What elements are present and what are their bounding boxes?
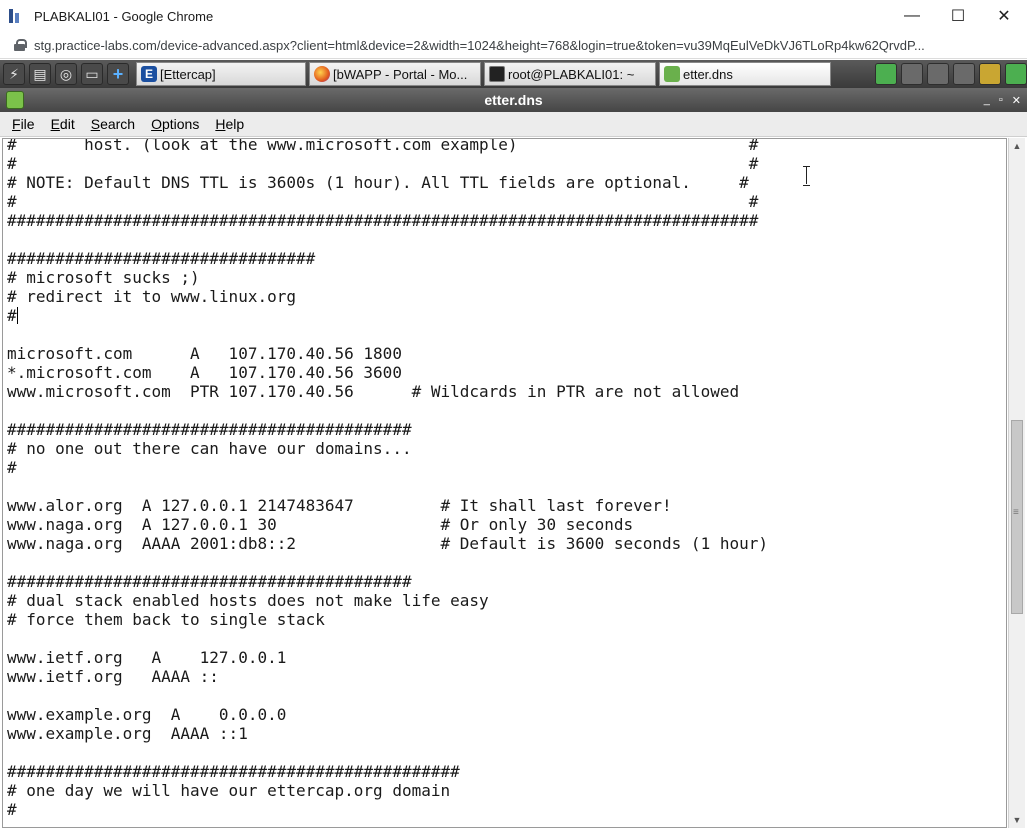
text-line[interactable]: www.alor.org A 127.0.0.1 2147483647 # It… — [7, 496, 672, 515]
add-launcher-icon[interactable]: + — [107, 63, 129, 85]
task-label: [bWAPP - Portal - Mo... — [333, 66, 468, 82]
scroll-up-arrow-icon[interactable]: ▲ — [1009, 138, 1025, 154]
search-icon[interactable] — [927, 63, 949, 85]
browser-window-controls: — ☐ ✕ — [889, 0, 1027, 32]
text-line[interactable]: www.example.org A 0.0.0.0 — [7, 705, 286, 724]
editor-minimize-button[interactable]: _ — [984, 94, 990, 106]
logout-icon[interactable] — [1005, 63, 1027, 85]
kali-menu-icon[interactable]: ⚡ — [3, 63, 25, 85]
text-line[interactable]: ########################################… — [7, 572, 412, 591]
text-line[interactable]: # force them back to single stack — [7, 610, 325, 629]
text-line[interactable]: www.microsoft.com PTR 107.170.40.56 # Wi… — [7, 382, 739, 401]
firefox-icon — [314, 66, 330, 82]
system-tray — [871, 62, 1027, 86]
task-etter-dns[interactable]: etter.dns — [659, 62, 831, 86]
editor-close-button[interactable]: ✕ — [1012, 94, 1021, 107]
leafpad-app-icon — [6, 91, 24, 109]
text-line[interactable]: # — [7, 458, 17, 477]
text-line[interactable]: # # — [7, 154, 758, 173]
text-line[interactable]: # microsoft sucks ;) — [7, 268, 200, 287]
menu-bar: File Edit Search Options Help — [0, 112, 1027, 137]
workspace-icon[interactable] — [901, 63, 923, 85]
user-icon[interactable] — [979, 63, 1001, 85]
network-icon[interactable] — [875, 63, 897, 85]
menu-edit[interactable]: Edit — [43, 116, 83, 132]
text-line[interactable]: # one day we will have our ettercap.org … — [7, 781, 450, 800]
url-text[interactable]: stg.practice-labs.com/device-advanced.as… — [34, 38, 1024, 53]
text-line[interactable]: ########################################… — [7, 762, 460, 781]
maximize-button[interactable]: ☐ — [935, 0, 981, 32]
text-line[interactable]: # — [7, 800, 17, 819]
menu-options[interactable]: Options — [143, 116, 207, 132]
text-line[interactable]: # redirect it to www.linux.org — [7, 287, 296, 306]
text-line[interactable]: www.ietf.org A 127.0.0.1 — [7, 648, 286, 667]
text-line[interactable]: ########################################… — [7, 420, 412, 439]
file-content[interactable]: # host. (look at the www.microsoft.com e… — [3, 139, 1006, 819]
quick-launch: ⚡ ▤ ◎ ▭ + — [0, 60, 133, 88]
editor-title-bar: etter.dns _ ▫ ✕ — [0, 88, 1027, 112]
menu-help[interactable]: Help — [207, 116, 252, 132]
vertical-scrollbar[interactable]: ▲ ▼ — [1008, 138, 1025, 828]
task-terminal[interactable]: root@PLABKALI01: ~ — [484, 62, 656, 86]
show-desktop-icon[interactable]: ▭ — [81, 63, 103, 85]
text-editor-area[interactable]: # host. (look at the www.microsoft.com e… — [2, 138, 1007, 828]
editor-window-controls: _ ▫ ✕ — [975, 88, 1021, 112]
menu-file[interactable]: File — [4, 116, 43, 132]
web-browser-icon[interactable]: ◎ — [55, 63, 77, 85]
clipboard-icon[interactable] — [953, 63, 975, 85]
task-label: etter.dns — [683, 66, 733, 82]
editor-window-title: etter.dns — [484, 92, 543, 108]
text-line[interactable]: # no one out there can have our domains.… — [7, 439, 412, 458]
remote-taskbar: ⚡ ▤ ◎ ▭ + E [Ettercap] [bWAPP - Portal -… — [0, 60, 1027, 88]
scroll-down-arrow-icon[interactable]: ▼ — [1009, 812, 1025, 828]
task-firefox-bwapp[interactable]: [bWAPP - Portal - Mo... — [309, 62, 481, 86]
text-line[interactable]: ################################ — [7, 249, 315, 268]
text-line[interactable]: www.naga.org AAAA 2001:db8::2 # Default … — [7, 534, 768, 553]
text-line[interactable]: *.microsoft.com A 107.170.40.56 3600 — [7, 363, 402, 382]
editor-maximize-button[interactable]: ▫ — [999, 94, 1003, 106]
terminal-icon — [489, 66, 505, 82]
minimize-button[interactable]: — — [889, 0, 935, 32]
browser-window-title: PLABKALI01 - Google Chrome — [34, 8, 214, 24]
task-ettercap[interactable]: E [Ettercap] — [136, 62, 306, 86]
lock-icon[interactable] — [14, 39, 27, 51]
text-line[interactable]: www.naga.org A 127.0.0.1 30 # Or only 30… — [7, 515, 633, 534]
text-line[interactable]: # NOTE: Default DNS TTL is 3600s (1 hour… — [7, 173, 749, 192]
text-line[interactable]: www.ietf.org AAAA :: — [7, 667, 219, 686]
leafpad-icon — [664, 66, 680, 82]
text-line[interactable]: ########################################… — [7, 211, 758, 230]
text-line[interactable]: # host. (look at the www.microsoft.com e… — [7, 139, 758, 154]
close-button[interactable]: ✕ — [981, 0, 1027, 32]
browser-title-bar: PLABKALI01 - Google Chrome — ☐ ✕ — [0, 0, 1027, 32]
menu-search[interactable]: Search — [83, 116, 143, 132]
address-bar[interactable]: stg.practice-labs.com/device-advanced.as… — [0, 32, 1027, 59]
text-line[interactable]: # — [7, 306, 17, 325]
text-caret — [16, 307, 18, 324]
ettercap-icon: E — [141, 66, 157, 82]
file-manager-icon[interactable]: ▤ — [29, 63, 51, 85]
text-line[interactable]: www.example.org AAAA ::1 — [7, 724, 248, 743]
text-line[interactable]: # # — [7, 192, 758, 211]
task-label: root@PLABKALI01: ~ — [508, 66, 635, 82]
text-line[interactable]: # dual stack enabled hosts does not make… — [7, 591, 489, 610]
mouse-ibeam-cursor-icon — [802, 166, 812, 186]
task-label: [Ettercap] — [160, 66, 216, 82]
text-line[interactable]: microsoft.com A 107.170.40.56 1800 — [7, 344, 402, 363]
scroll-thumb[interactable] — [1011, 420, 1023, 614]
remote-desktop-app-icon — [8, 8, 24, 24]
